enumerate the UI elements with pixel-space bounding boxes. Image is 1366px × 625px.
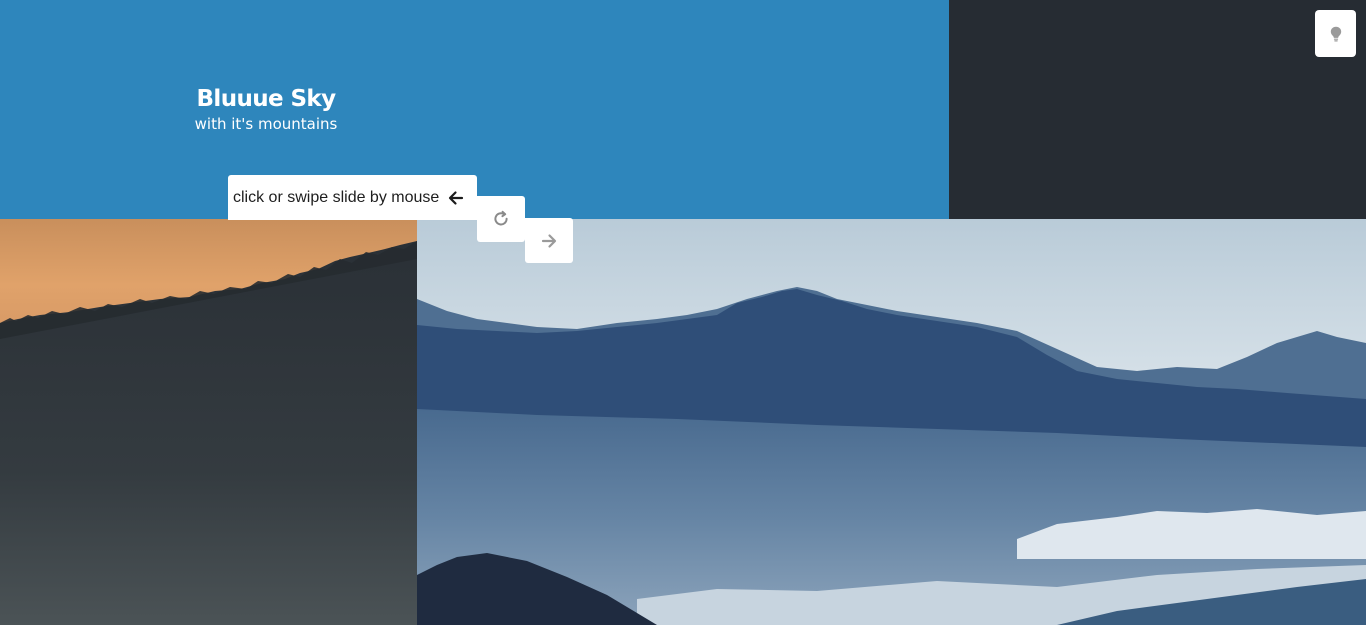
slide-caption: Bluuue Sky with it's mountains (150, 84, 382, 134)
reload-icon (492, 210, 510, 228)
slide-title: Bluuue Sky (196, 86, 337, 112)
lightbulb-icon (1330, 26, 1342, 42)
next-slide-button[interactable] (525, 218, 573, 263)
slide-hint: click or swipe slide by mouse (228, 175, 477, 220)
dark-panel (949, 0, 1366, 219)
arrow-left-icon[interactable] (447, 189, 465, 207)
slide-image-current[interactable] (417, 219, 1366, 625)
theme-toggle-button[interactable] (1315, 10, 1356, 57)
reload-button[interactable] (477, 196, 525, 242)
slide-image-previous[interactable] (0, 219, 417, 625)
slide-subtitle: with it's mountains (194, 115, 338, 133)
arrow-right-icon (540, 232, 558, 250)
slide-hint-text: click or swipe slide by mouse (233, 188, 440, 206)
